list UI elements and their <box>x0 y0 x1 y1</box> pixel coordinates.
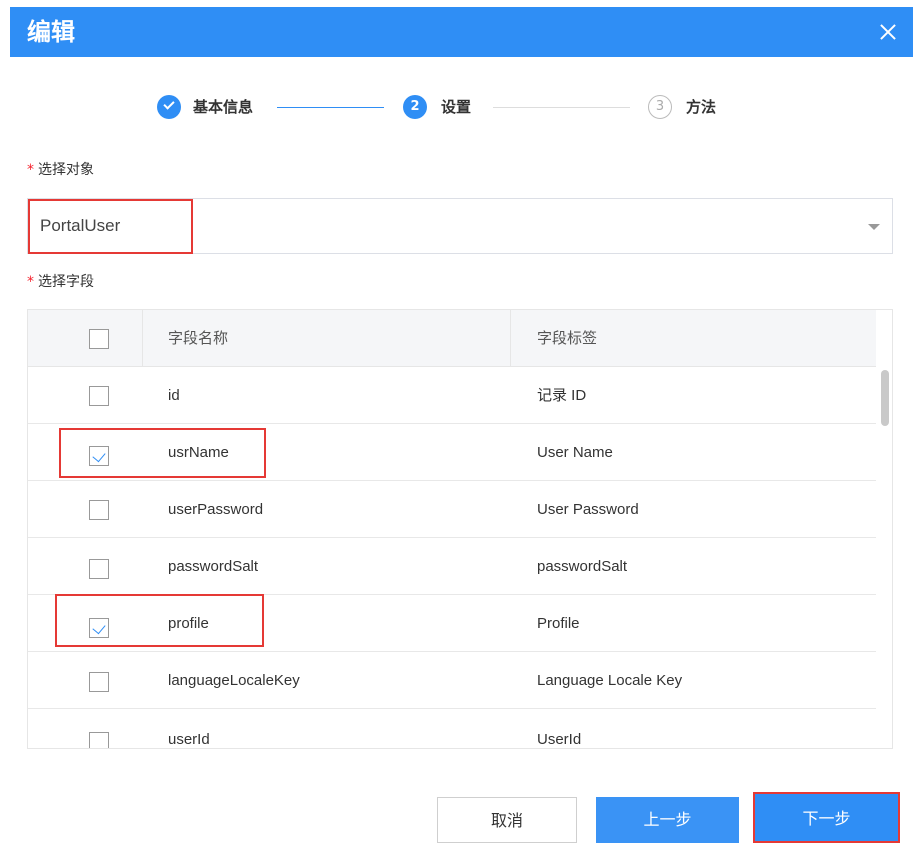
table-row[interactable]: userPassword User Password <box>28 481 878 538</box>
table-header: 字段名称 字段标签 <box>28 310 878 367</box>
step-label-basic: 基本信息 <box>193 98 254 116</box>
header-field-name: 字段名称 <box>168 329 229 347</box>
row-checkbox[interactable] <box>89 559 109 579</box>
field-name-cell: userPassword <box>168 501 264 518</box>
row-checkbox[interactable] <box>89 500 109 520</box>
required-mark: * <box>27 274 34 290</box>
object-field-label: * 选择对象 <box>27 160 94 180</box>
step-label-method: 方法 <box>686 98 717 116</box>
field-name-cell: userId <box>168 731 210 748</box>
field-label-cell: UserId <box>537 731 582 748</box>
field-name-cell: usrName <box>168 444 229 461</box>
select-all-checkbox[interactable] <box>89 329 109 349</box>
fields-field-label: * 选择字段 <box>27 272 94 292</box>
field-name-cell: profile <box>168 615 209 632</box>
close-icon[interactable] <box>875 17 901 47</box>
step-indicator: 基本信息 2 设置 3 方法 <box>0 95 913 121</box>
check-icon <box>157 95 181 119</box>
field-label-cell: Profile <box>537 615 580 632</box>
row-checkbox[interactable] <box>89 446 109 466</box>
row-checkbox[interactable] <box>89 672 109 692</box>
field-name-cell: id <box>168 387 180 404</box>
column-divider <box>142 310 143 367</box>
table-row[interactable]: id 记录 ID <box>28 367 878 424</box>
row-checkbox[interactable] <box>89 386 109 406</box>
field-label-cell: passwordSalt <box>537 558 628 575</box>
table-scrollbar[interactable] <box>876 310 892 748</box>
caret-down-icon <box>868 224 880 230</box>
scrollbar-thumb[interactable] <box>881 370 889 426</box>
header-field-label: 字段标签 <box>537 329 598 347</box>
row-checkbox[interactable] <box>89 618 109 638</box>
field-label-cell: User Password <box>537 501 639 518</box>
step-connector <box>277 107 384 108</box>
fields-table: 字段名称 字段标签 id 记录 ID usrName User Name use… <box>27 309 893 749</box>
field-name-cell: passwordSalt <box>168 558 259 575</box>
required-mark: * <box>27 162 34 178</box>
field-label-cell: Language Locale Key <box>537 672 683 689</box>
step-number-2: 2 <box>403 95 427 119</box>
step-connector <box>493 107 630 108</box>
fields-label-text: 选择字段 <box>38 274 94 290</box>
table-row[interactable]: languageLocaleKey Language Locale Key <box>28 652 878 709</box>
dialog-header: 编辑 <box>10 7 913 57</box>
object-label-text: 选择对象 <box>38 162 94 178</box>
table-row[interactable]: usrName User Name <box>28 424 878 481</box>
row-checkbox[interactable] <box>89 732 109 748</box>
table-row[interactable]: passwordSalt passwordSalt <box>28 538 878 595</box>
object-select-value: PortalUser <box>40 216 121 235</box>
step-number-3: 3 <box>648 95 672 119</box>
object-select[interactable]: PortalUser <box>27 198 893 254</box>
cancel-button[interactable]: 取消 <box>437 797 577 843</box>
field-name-cell: languageLocaleKey <box>168 672 300 689</box>
dialog-title: 编辑 <box>27 18 75 46</box>
next-step-button[interactable]: 下一步 <box>755 794 898 843</box>
field-label-cell: User Name <box>537 444 613 461</box>
prev-step-button[interactable]: 上一步 <box>596 797 739 843</box>
column-divider <box>510 310 511 367</box>
step-label-settings: 设置 <box>441 98 472 116</box>
table-row[interactable]: profile Profile <box>28 595 878 652</box>
table-row[interactable]: userId UserId <box>28 709 878 748</box>
field-label-cell: 记录 ID <box>537 387 587 404</box>
